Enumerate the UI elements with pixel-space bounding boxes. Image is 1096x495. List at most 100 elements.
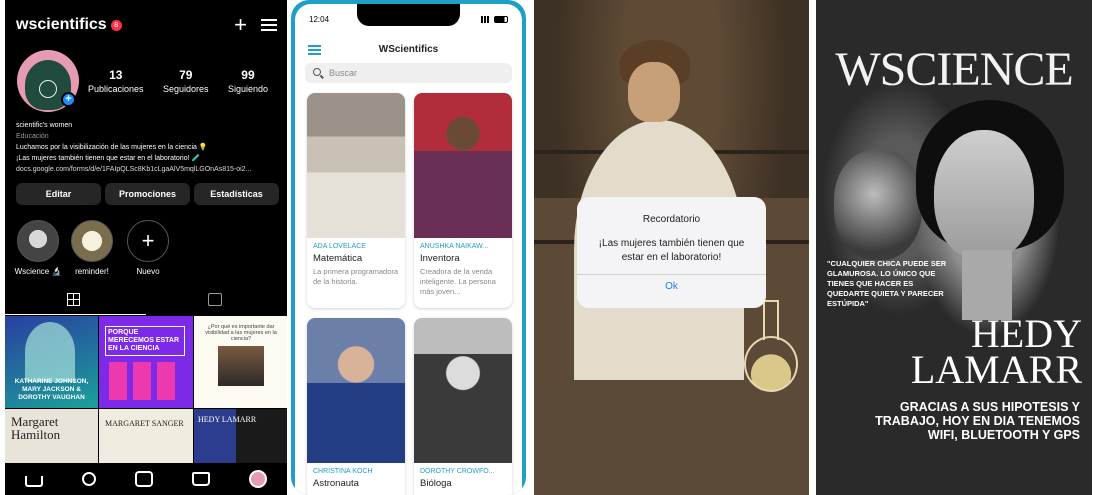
scientist-photo bbox=[414, 318, 512, 463]
wscientifics-app-screen: 12:04 WScientifics Buscar ADA LOVELACE M… bbox=[291, 0, 526, 495]
add-story-icon[interactable]: + bbox=[61, 92, 76, 107]
bio-line: Luchamos por la visibilización de las mu… bbox=[16, 144, 208, 151]
highlight-label: reminder! bbox=[75, 267, 109, 276]
bio-line: ¡Las mujeres también tienen que estar en… bbox=[16, 155, 201, 162]
following-count[interactable]: 99 Siguiendo bbox=[228, 68, 268, 94]
post-thumbnail[interactable]: HEDY LAMARR bbox=[194, 409, 287, 463]
poster-quote: "Cualquier chica puede ser glamurosa. Lo… bbox=[827, 259, 947, 308]
highlight-reminder[interactable]: reminder! bbox=[67, 220, 117, 276]
grid-tab-icon[interactable] bbox=[67, 293, 80, 306]
app-title: WScientifics bbox=[378, 44, 439, 55]
phone-screen: 12:04 WScientifics Buscar ADA LOVELACE M… bbox=[295, 4, 522, 495]
post-caption: PORQUE MERECEMOS ESTAR EN LA CIENCIA bbox=[105, 326, 185, 356]
scientist-name: ANUSHKA NAIKAW... bbox=[420, 243, 489, 250]
highlight-label: Wscience 🔬 bbox=[14, 267, 62, 276]
scientist-name: CHRISTINA KOCH bbox=[313, 468, 373, 475]
post-caption: ¿Por qué es importante dar visibilidad a… bbox=[205, 324, 277, 342]
highlight-cover bbox=[17, 220, 59, 262]
posts-value: 13 bbox=[109, 68, 123, 82]
plus-icon: + bbox=[127, 220, 169, 262]
display-name: scientific's women bbox=[16, 122, 73, 129]
scientist-card[interactable]: ADA LOVELACE Matemática La primera progr… bbox=[307, 93, 405, 308]
post-caption: Margaret Hamilton bbox=[11, 414, 61, 442]
scientist-card[interactable]: ANUSHKA NAIKAW... Inventora Creadora de … bbox=[414, 93, 512, 308]
status-bar: 12:04 bbox=[309, 13, 508, 25]
status-time: 12:04 bbox=[309, 14, 330, 24]
reminder-screen: Recordatorio ¡Las mujeres también tienen… bbox=[534, 0, 809, 495]
poster-fact: GRACIAS A SUS HIPOTESIS Y TRABAJO, HOY E… bbox=[875, 400, 1080, 442]
lab-bench bbox=[534, 380, 809, 495]
create-post-icon[interactable]: + bbox=[234, 14, 247, 36]
scientist-role: Inventora bbox=[420, 253, 460, 264]
following-value: 99 bbox=[241, 68, 255, 82]
scientist-role: Matemática bbox=[313, 253, 363, 264]
search-icon[interactable] bbox=[81, 472, 96, 486]
profile-actions: Editar Promociones Estadísticas bbox=[16, 183, 279, 205]
scientist-photo bbox=[307, 93, 405, 238]
posts-grid: KATHARINE JOHNSON, MARY JACKSON & DOROTH… bbox=[5, 316, 287, 463]
home-icon[interactable] bbox=[24, 476, 43, 487]
post-thumbnail[interactable]: Margaret Hamilton bbox=[5, 409, 98, 463]
scientist-photo bbox=[414, 93, 512, 238]
profile-bio: scientific's women Educación Luchamos po… bbox=[16, 120, 281, 175]
dialog-divider bbox=[577, 274, 766, 275]
portrait-neck bbox=[962, 250, 1012, 320]
highlight-new[interactable]: + Nuevo bbox=[123, 220, 173, 276]
post-thumbnail[interactable]: MARGARET SANGER bbox=[99, 409, 193, 463]
scientist-desc: Creadora de la venda inteligente. La per… bbox=[420, 267, 496, 296]
scientist-card[interactable]: CHRISTINA KOCH Astronauta bbox=[307, 318, 405, 495]
scientist-name: ADA LOVELACE bbox=[313, 243, 366, 250]
insights-button[interactable]: Estadísticas bbox=[194, 183, 279, 205]
dialog-title: Recordatorio bbox=[642, 214, 701, 225]
signal-icon bbox=[481, 15, 491, 23]
following-label: Siguiendo bbox=[227, 84, 268, 94]
scientist-role: Bióloga bbox=[420, 478, 452, 489]
app-header: WScientifics bbox=[295, 40, 522, 60]
posts-label: Publicaciones bbox=[88, 84, 144, 94]
battery-icon bbox=[494, 15, 508, 23]
scientist-card[interactable]: DOROTHY CROWFO... Bióloga bbox=[414, 318, 512, 495]
ok-button[interactable]: Ok bbox=[577, 281, 766, 292]
edit-profile-button[interactable]: Editar bbox=[16, 183, 101, 205]
post-thumbnail[interactable]: KATHARINE JOHNSON, MARY JACKSON & DOROTH… bbox=[5, 316, 98, 408]
shop-icon[interactable] bbox=[192, 472, 211, 486]
reminder-dialog: Recordatorio ¡Las mujeres también tienen… bbox=[577, 197, 766, 308]
profile-icon[interactable] bbox=[249, 470, 268, 488]
notification-badge: 8 bbox=[110, 19, 122, 31]
profile-stats: 13 Publicaciones 79 Seguidores 99 Siguie… bbox=[88, 68, 268, 94]
highlight-label: Nuevo bbox=[136, 267, 160, 276]
scientist-photo bbox=[307, 318, 405, 463]
scientist-head bbox=[628, 62, 680, 122]
statue-image bbox=[834, 150, 922, 260]
highlight-cover bbox=[71, 220, 113, 262]
bio-link[interactable]: docs.google.com/forms/d/e/1FAIpQLSc8Kb1c… bbox=[16, 164, 281, 175]
posts-count[interactable]: 13 Publicaciones bbox=[88, 68, 144, 94]
instagram-profile-screen: wscientifics 8 + + 13 Publicaciones 79 S… bbox=[5, 0, 287, 495]
search-input[interactable]: Buscar bbox=[305, 63, 512, 83]
scientist-desc: La primera programadora de la historia. bbox=[313, 267, 399, 286]
flask-icon bbox=[744, 300, 798, 392]
menu-icon[interactable] bbox=[261, 19, 277, 31]
followers-value: 79 bbox=[179, 68, 193, 82]
profile-header: wscientifics 8 + bbox=[16, 14, 277, 36]
reels-icon[interactable] bbox=[134, 471, 153, 487]
post-thumbnail[interactable]: PORQUE MERECEMOS ESTAR EN LA CIENCIA bbox=[99, 316, 193, 408]
poster-name-line: LAMARR bbox=[910, 347, 1082, 392]
active-tab-indicator bbox=[5, 314, 146, 315]
tagged-tab-icon[interactable] bbox=[208, 293, 222, 306]
followers-count[interactable]: 79 Seguidores bbox=[163, 68, 209, 94]
search-placeholder: Buscar bbox=[329, 68, 358, 78]
followers-label: Seguidores bbox=[162, 84, 209, 94]
portrait-face bbox=[934, 130, 1034, 260]
wscience-poster: WSCIENCE "Cualquier chica puede ser glam… bbox=[816, 0, 1092, 495]
post-caption: HEDY LAMARR bbox=[198, 415, 257, 424]
bottom-nav bbox=[5, 463, 287, 495]
menu-icon[interactable] bbox=[308, 45, 321, 55]
search-icon bbox=[313, 68, 321, 76]
post-caption: MARGARET SANGER bbox=[105, 419, 184, 428]
post-thumbnail[interactable]: ¿Por qué es importante dar visibilidad a… bbox=[194, 316, 287, 408]
profile-username[interactable]: wscientifics bbox=[16, 16, 107, 34]
promotions-button[interactable]: Promociones bbox=[105, 183, 190, 205]
profile-tabs bbox=[5, 287, 287, 315]
highlight-wscience[interactable]: Wscience 🔬 bbox=[13, 220, 63, 276]
